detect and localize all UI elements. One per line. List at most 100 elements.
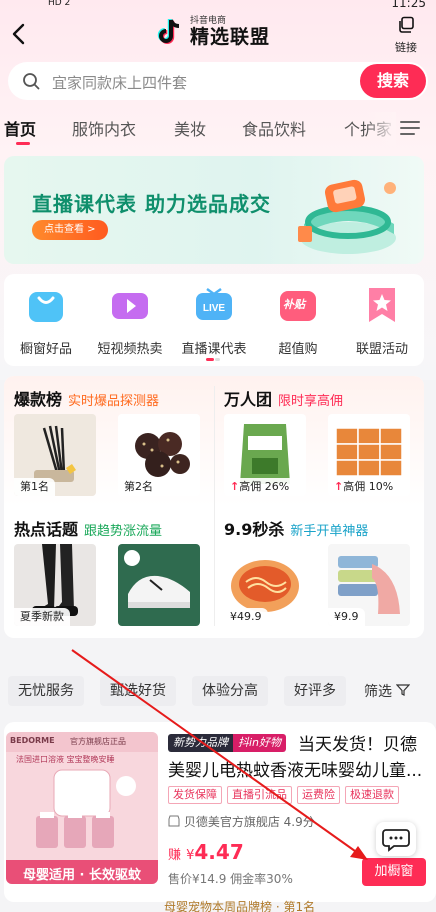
subsidy-badge-text: 补贴 <box>283 298 305 311</box>
link-button[interactable]: 链接 <box>390 16 422 55</box>
quick-entry-label: 短视频热卖 <box>97 342 163 357</box>
quick-entry-label: 联盟活动 <box>355 342 408 357</box>
section-hot-list[interactable]: 爆款榜 实时爆品探测器 第1名 第2名 <box>4 376 214 506</box>
status-bar: HD 2 11:25 <box>0 0 436 10</box>
sneaker-image <box>118 544 200 626</box>
brand-title: 精选联盟 <box>190 26 271 48</box>
network-indicator: HD 2 <box>48 0 71 8</box>
live-tv-icon: LIVE <box>196 287 232 320</box>
promo-banner[interactable]: 直播课代表 助力选品成交 点击查看 > <box>4 156 424 264</box>
service-tag: 发货保障 <box>168 786 222 804</box>
banner-title: 直播课代表 助力选品成交 <box>32 192 271 216</box>
filter-button[interactable]: 筛选 <box>364 681 411 701</box>
section-subtitle: 新手开单神器 <box>290 524 369 539</box>
page-indicator <box>206 358 220 361</box>
section-hot-topics[interactable]: 热点话题 跟趋势涨流量 夏季新款 <box>4 506 214 636</box>
tab-beauty[interactable]: 美妆 <box>174 116 206 140</box>
section-title: 热点话题 <box>14 520 79 539</box>
new-brand-badge: 新势力品牌 <box>168 734 233 752</box>
product-thumb[interactable]: ↑高佣 10% <box>328 414 410 496</box>
chat-bubble-icon <box>382 829 410 852</box>
quick-entry-store-picks[interactable]: 橱窗好品 <box>4 284 88 357</box>
menu-icon[interactable] <box>400 120 420 136</box>
svg-text:LIVE: LIVE <box>203 303 226 314</box>
quick-entry-alliance-events[interactable]: 联盟活动 <box>340 284 424 357</box>
floating-chat-button[interactable] <box>376 822 416 856</box>
filter-chip-good-reviews[interactable]: 好评多 <box>284 676 346 706</box>
copy-link-icon <box>399 16 414 33</box>
filter-chip-experience-score[interactable]: 体验分高 <box>192 676 268 706</box>
link-label: 链接 <box>395 41 417 54</box>
product-thumb[interactable] <box>118 544 200 626</box>
quick-entry-label: 直播课代表 <box>181 342 247 357</box>
banner-cta-button[interactable]: 点击查看 > <box>32 220 108 240</box>
quick-entry-label: 橱窗好品 <box>19 342 72 357</box>
quick-entry-grid: 橱窗好品 短视频热卖 LIVE 直播课代表 超值购 联盟活动 <box>4 274 424 366</box>
active-tab-indicator <box>16 142 30 145</box>
search-button[interactable]: 搜索 <box>360 64 426 98</box>
brand-logo: 抖音电商 精选联盟 <box>156 16 270 48</box>
product-thumb[interactable]: 第2名 <box>118 414 200 496</box>
tab-apparel[interactable]: 服饰内衣 <box>72 116 136 140</box>
ranking-hint[interactable]: 母婴宠物本周品牌榜 · 第1名 <box>164 898 315 912</box>
add-to-showcase-button[interactable]: 加橱窗 <box>362 858 426 886</box>
price-tag: ¥9.9 <box>328 608 365 626</box>
feature-sections: 爆款榜 实时爆品探测器 第1名 第2名 万人团 限时享高佣 ↑高佣 26% ↑高… <box>4 376 424 638</box>
store-bag-icon <box>29 292 63 322</box>
tab-home[interactable]: 首页 <box>4 116 36 140</box>
service-tag: 极速退款 <box>345 786 399 804</box>
filter-bar: 无忧服务 甄选好货 体验分高 好评多 筛选 <box>0 672 436 708</box>
product-thumb[interactable]: ¥9.9 <box>328 544 410 626</box>
topic-tag: 夏季新款 <box>14 608 70 626</box>
product-thumb[interactable]: ↑高佣 26% <box>224 414 306 496</box>
tabs-fade <box>366 112 396 146</box>
good-item-badge: 抖in好物 <box>233 734 287 752</box>
shop-name: 贝德美官方旗舰店 4.9分 <box>183 815 315 829</box>
section-subtitle: 跟趋势涨流量 <box>84 524 163 539</box>
price-tag: ¥49.9 <box>224 608 268 626</box>
funnel-icon <box>396 684 411 696</box>
shop-icon <box>168 815 180 827</box>
product-badges: 新势力品牌 抖in好物 <box>168 734 287 754</box>
search-bar[interactable]: 宜家同款床上四件套 搜索 <box>8 62 428 100</box>
rank-tag: 第2名 <box>118 478 159 496</box>
douyin-logo-icon <box>157 19 180 44</box>
tab-food[interactable]: 食品饮料 <box>242 116 306 140</box>
commission-tag: ↑高佣 26% <box>224 478 296 496</box>
section-subtitle: 限时享高佣 <box>278 394 344 409</box>
thumb-store: 官方旗舰店正品 <box>70 737 126 746</box>
product-thumb[interactable]: 夏季新款 <box>14 544 96 626</box>
service-tag: 直播引流品 <box>227 786 292 804</box>
product-image[interactable]: BEDORME 官方旗舰店正品 法国进口溶液 宝宝整晚安睡 母婴适用 · 长效驱… <box>6 732 158 884</box>
quick-entry-live-class[interactable]: LIVE 直播课代表 <box>172 284 256 357</box>
product-thumb[interactable]: 第1名 <box>14 414 96 496</box>
star-ribbon-icon <box>369 288 395 322</box>
section-title: 9.9秒杀 <box>224 520 285 539</box>
category-tabs: 首页 服饰内衣 美妆 食品饮料 个护家 <box>0 112 436 146</box>
quick-entry-value-buy[interactable]: 超值购 <box>256 284 340 357</box>
service-tags: 发货保障 直播引流品 运费险 极速退款 <box>168 786 404 804</box>
banner-illustration <box>298 179 396 254</box>
section-title: 万人团 <box>224 390 273 409</box>
thumb-caption: 母婴适用 · 长效驱蚊 <box>23 868 141 883</box>
brand-small-text: 抖音电商 <box>190 16 227 26</box>
quick-entry-label: 超值购 <box>278 342 318 357</box>
back-button[interactable] <box>8 22 30 46</box>
section-nine-nine[interactable]: 9.9秒杀 新手开单神器 ¥49.9 ¥9.9 <box>214 506 424 636</box>
price-commission: 售价¥14.9 佣金率30% <box>168 872 293 886</box>
product-thumb[interactable]: ¥49.9 <box>224 544 306 626</box>
clock: 11:25 <box>391 0 426 10</box>
thumb-line: 法国进口溶液 宝宝整晚安睡 <box>16 755 115 764</box>
section-group-buy[interactable]: 万人团 限时享高佣 ↑高佣 26% ↑高佣 10% <box>214 376 424 506</box>
shop-info[interactable]: 贝德美官方旗舰店 4.9分 <box>168 813 315 830</box>
section-subtitle: 实时爆品探测器 <box>68 394 160 409</box>
section-title: 爆款榜 <box>14 390 63 409</box>
chevron-left-icon <box>12 23 25 45</box>
search-placeholder[interactable]: 宜家同款床上四件套 <box>52 72 187 93</box>
earn-label: 赚 <box>168 848 182 863</box>
product-card[interactable]: BEDORME 官方旗舰店正品 法国进口溶液 宝宝整晚安睡 母婴适用 · 长效驱… <box>4 722 436 902</box>
filter-chip-worry-free[interactable]: 无忧服务 <box>8 676 84 706</box>
service-tag: 运费险 <box>297 786 340 804</box>
quick-entry-short-video[interactable]: 短视频热卖 <box>88 284 172 357</box>
filter-chip-selected-goods[interactable]: 甄选好货 <box>100 676 176 706</box>
